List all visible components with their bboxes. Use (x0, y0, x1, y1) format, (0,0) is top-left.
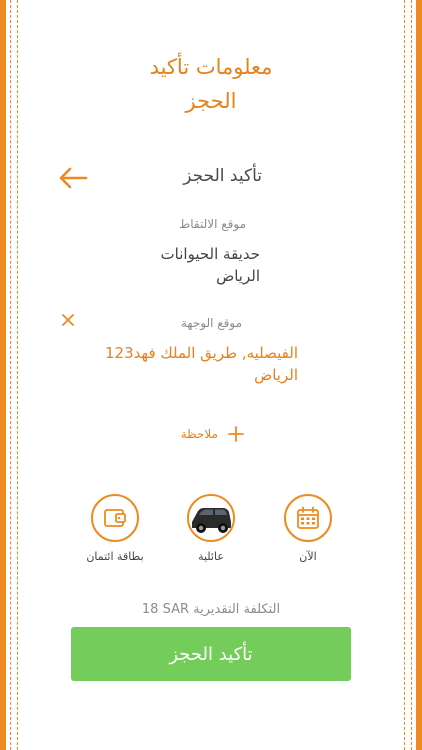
header-title: تأكيد الحجز (183, 166, 262, 186)
plus-icon (228, 426, 244, 442)
header-row: تأكيد الحجز (40, 162, 382, 194)
estimated-cost: 18 SAR التكلفة التقديرية (0, 602, 422, 617)
pickup-line1: حديقة الحيوانات (160, 245, 260, 263)
time-option-label: الآن (299, 550, 317, 563)
car-circle (187, 494, 235, 542)
payment-option-label: بطاقة ائتمان (86, 550, 144, 563)
page-heading-line2: الحجز (185, 89, 237, 113)
destination-value[interactable]: 123الفيصليه, طريق الملك فهد الرياض (105, 342, 298, 386)
calendar-icon (297, 506, 319, 529)
wallet-icon (104, 509, 126, 527)
destination-label: موقع الوجهة (180, 316, 242, 330)
add-note-button[interactable]: ملاحظة (181, 426, 244, 442)
note-label: ملاحظة (180, 427, 218, 441)
car-type-option[interactable]: عائلية (176, 494, 246, 563)
page-heading: معلومات تأكيد الحجز (0, 50, 422, 118)
back-arrow-icon[interactable] (58, 166, 88, 190)
payment-option[interactable]: بطاقة ائتمان (80, 494, 150, 563)
clear-destination-icon[interactable] (60, 312, 76, 328)
car-icon (189, 496, 233, 540)
car-option-label: عائلية (198, 550, 224, 563)
destination-line2: الرياض (254, 366, 298, 384)
payment-circle (91, 494, 139, 542)
time-circle (284, 494, 332, 542)
time-option[interactable]: الآن (273, 494, 343, 563)
page-heading-line1: معلومات تأكيد (149, 55, 273, 79)
estimated-cost-value: 18 SAR (141, 602, 189, 617)
destination-line1: 123الفيصليه, طريق الملك فهد (105, 344, 298, 362)
pickup-label: موقع الالتقاط (179, 217, 246, 231)
confirm-booking-button[interactable]: تأكيد الحجز (71, 627, 351, 681)
pickup-value[interactable]: حديقة الحيوانات الرياض (161, 243, 260, 287)
estimated-cost-label: التكلفة التقديرية (193, 602, 281, 617)
pickup-line2: الرياض (216, 267, 260, 285)
